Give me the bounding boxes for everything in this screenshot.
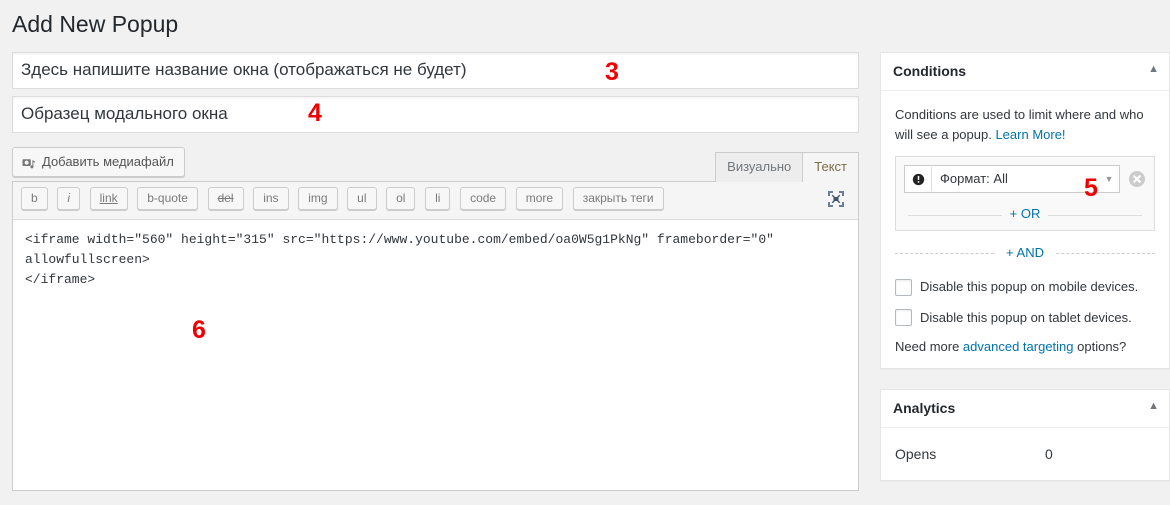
disable-tablet-checkbox[interactable] <box>895 309 912 327</box>
quicktag-img[interactable]: img <box>298 186 338 210</box>
add-media-icon <box>21 155 36 170</box>
analytics-postbox: Analytics ▲ Opens 0 <box>880 388 1170 482</box>
add-or-label: + OR <box>1001 206 1049 222</box>
popup-subtitle-input[interactable] <box>12 95 859 133</box>
info-icon <box>905 167 932 192</box>
quicktag-ins[interactable]: ins <box>253 186 289 210</box>
add-and-condition[interactable]: + AND <box>895 233 1155 272</box>
tab-visual-label: Визуально <box>727 158 792 174</box>
learn-more-link[interactable]: Learn More! <box>995 127 1065 142</box>
quicktags-toolbar: b i link b-quote del ins img ul ol li co… <box>13 181 858 220</box>
popup-title-input[interactable] <box>12 51 859 89</box>
conditions-title: Conditions <box>893 62 967 79</box>
condition-select[interactable]: Формат: All ▼ <box>904 165 1120 194</box>
quicktag-close-tags[interactable]: закрыть теги <box>572 186 664 210</box>
add-media-label: Добавить медиафайл <box>42 153 174 169</box>
conditions-header: Conditions ▲ <box>881 53 1169 92</box>
quicktag-ul[interactable]: ul <box>347 186 377 210</box>
analytics-body: Opens 0 <box>881 428 1169 480</box>
quicktag-link[interactable]: link <box>89 186 128 210</box>
disable-mobile-row[interactable]: Disable this popup on mobile devices. <box>895 278 1155 297</box>
advanced-targeting-note: Need more advanced targeting options? <box>895 339 1155 354</box>
condition-row: Формат: All ▼ <box>904 165 1146 194</box>
quicktag-more[interactable]: more <box>515 186 564 210</box>
main-column: Добавить медиафайл Визуально Текст b <box>12 51 859 491</box>
add-media-button[interactable]: Добавить медиафайл <box>12 146 185 177</box>
distraction-free-icon[interactable] <box>826 189 846 209</box>
conditions-description: Conditions are used to limit where and w… <box>895 105 1155 144</box>
quicktag-b-quote[interactable]: b-quote <box>137 186 198 210</box>
editor-toolbar-row: Добавить медиафайл Визуально Текст <box>12 146 859 182</box>
advanced-targeting-prefix: Need more <box>895 338 963 354</box>
quicktag-li[interactable]: li <box>425 186 451 210</box>
add-and-label: + AND <box>996 245 1054 261</box>
editor-mode-tabs: Визуально Текст <box>715 151 859 182</box>
quicktag-del[interactable]: del <box>207 186 244 210</box>
quicktag-b[interactable]: b <box>21 186 48 210</box>
analytics-row: Opens 0 <box>895 442 1155 466</box>
condition-select-value: Формат: All <box>940 171 1008 187</box>
remove-condition-icon[interactable] <box>1128 170 1146 188</box>
tab-text-label: Текст <box>814 158 847 174</box>
title-field-row <box>12 51 859 89</box>
disable-tablet-label: Disable this popup on tablet devices. <box>920 309 1132 325</box>
analytics-header: Analytics ▲ <box>881 390 1169 429</box>
add-or-condition[interactable]: + OR <box>904 199 1146 230</box>
condition-group: Формат: All ▼ + OR <box>895 156 1155 232</box>
analytics-opens-value: 0 <box>1045 446 1053 463</box>
editor-container: b i link b-quote del ins img ul ol li co… <box>12 180 859 491</box>
conditions-postbox: Conditions ▲ Conditions are used to limi… <box>880 51 1170 369</box>
analytics-opens-label: Opens <box>895 446 937 463</box>
quicktag-i[interactable]: i <box>57 186 80 210</box>
advanced-targeting-suffix: options? <box>1073 338 1127 354</box>
post-content-textarea[interactable]: <iframe width="560" height="315" src="ht… <box>13 219 858 490</box>
page-title: Add New Popup <box>12 11 179 37</box>
post-editor: Добавить медиафайл Визуально Текст b i l… <box>12 146 859 491</box>
sidebar-column: Conditions ▲ Conditions are used to limi… <box>880 51 1170 502</box>
advanced-targeting-link[interactable]: advanced targeting <box>963 339 1074 354</box>
quicktag-ol[interactable]: ol <box>386 186 416 210</box>
tab-visual[interactable]: Визуально <box>715 151 804 182</box>
analytics-title: Analytics <box>893 399 956 416</box>
disable-mobile-checkbox[interactable] <box>895 279 912 297</box>
quicktag-code[interactable]: code <box>460 186 507 210</box>
chevron-down-icon: ▼ <box>1104 174 1114 185</box>
conditions-body: Conditions are used to limit where and w… <box>881 91 1169 367</box>
chevron-up-icon[interactable]: ▲ <box>1148 63 1159 75</box>
subtitle-field-row <box>12 95 859 133</box>
admin-page-wrap: Add New Popup Здесь напишите название ок… <box>12 0 1170 505</box>
tab-text[interactable]: Текст <box>802 151 859 182</box>
disable-mobile-label: Disable this popup on mobile devices. <box>920 279 1139 295</box>
disable-tablet-row[interactable]: Disable this popup on tablet devices. <box>895 309 1155 327</box>
chevron-up-icon[interactable]: ▲ <box>1148 400 1159 412</box>
